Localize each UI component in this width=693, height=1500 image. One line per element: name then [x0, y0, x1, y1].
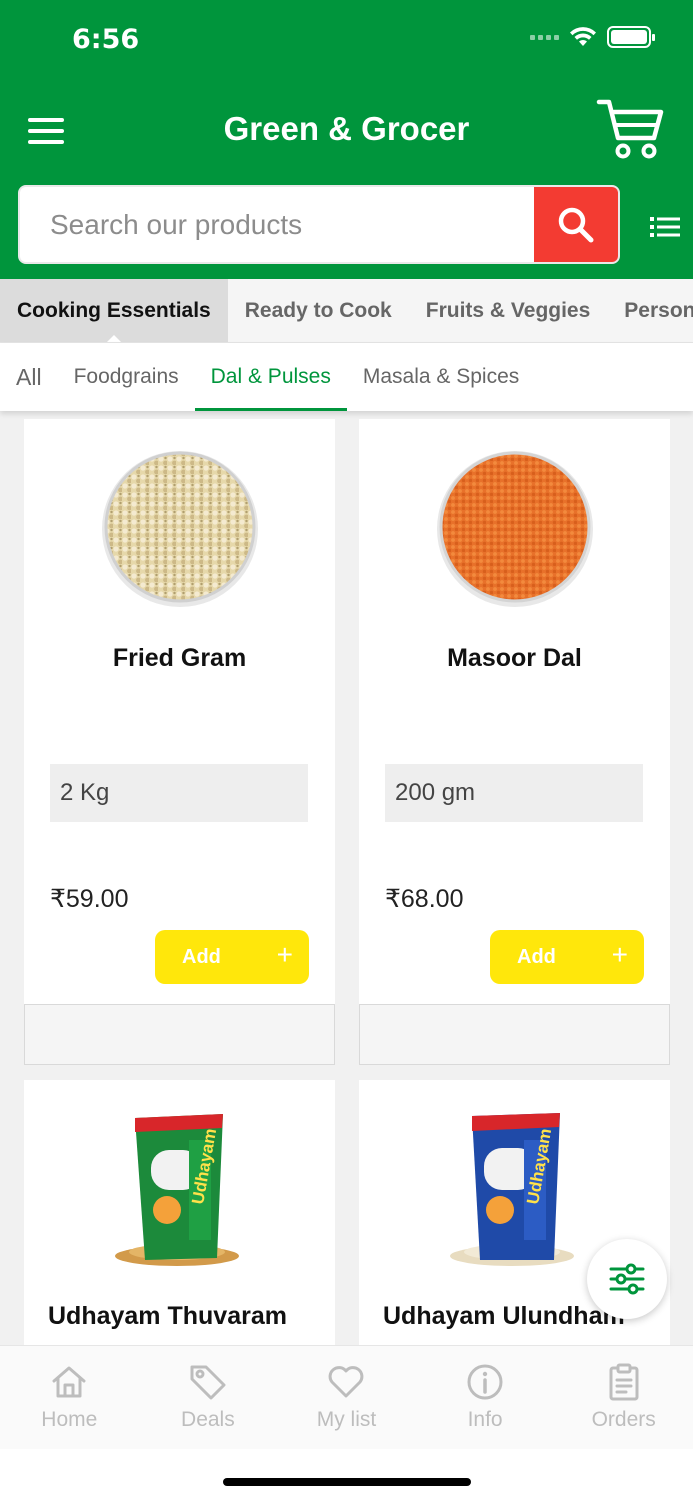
add-to-cart-button[interactable]: Add +: [155, 930, 309, 984]
product-card[interactable]: Fried Gram 2 Kg ₹59.00 Add +: [24, 419, 335, 1065]
filter-sliders-icon: [609, 1263, 645, 1295]
home-icon: [52, 1366, 86, 1398]
category-tab-personal[interactable]: Personal: [607, 279, 693, 342]
fried-gram-bowl-image: [101, 451, 258, 607]
nav-home[interactable]: Home: [0, 1346, 139, 1450]
app-header: 6:56 Green & Grocer: [0, 0, 693, 279]
product-card[interactable]: Udhayam Udhayam Thuvaram: [24, 1080, 335, 1345]
subtab-all[interactable]: All: [0, 343, 58, 411]
product-image: Udhayam: [24, 1110, 335, 1280]
info-icon: [467, 1364, 503, 1400]
tag-icon: [190, 1365, 226, 1400]
subcategory-tabs: All Foodgrains Dal & Pulses Masala & Spi…: [0, 343, 693, 411]
variant-selector[interactable]: 200 gm: [385, 764, 643, 822]
filter-button[interactable]: [587, 1239, 667, 1319]
masoor-dal-bowl-image: [436, 451, 593, 607]
category-tab-fruits-veggies[interactable]: Fruits & Veggies: [409, 279, 608, 342]
product-price: ₹68.00: [385, 885, 464, 913]
nav-deals[interactable]: Deals: [139, 1346, 278, 1450]
search-icon: [558, 207, 594, 242]
search-button[interactable]: [534, 187, 618, 262]
nav-label: Orders: [591, 1408, 656, 1431]
plus-icon: +: [276, 939, 293, 970]
card-footer: [24, 1004, 335, 1065]
status-time: 6:56: [72, 24, 140, 55]
add-button-label: Add: [182, 945, 221, 968]
product-image: [359, 447, 670, 617]
list-view-icon[interactable]: [650, 215, 680, 239]
category-tab-ready-to-cook[interactable]: Ready to Cook: [228, 279, 409, 342]
cart-icon[interactable]: [596, 98, 664, 160]
product-grid: Fried Gram 2 Kg ₹59.00 Add + Masoor Dal …: [0, 411, 693, 1345]
nav-label: My list: [316, 1408, 377, 1431]
nav-my-list[interactable]: My list: [277, 1346, 416, 1450]
category-tab-cooking-essentials[interactable]: Cooking Essentials: [0, 279, 228, 342]
app-title: Green & Grocer: [223, 110, 470, 147]
product-name: Udhayam Ulundham: [383, 1302, 625, 1330]
subtab-masala-spices[interactable]: Masala & Spices: [347, 343, 535, 411]
product-name: Fried Gram: [112, 644, 247, 672]
udhayam-thuvaram-pack-image: Udhayam: [114, 1114, 239, 1266]
wifi-icon: [570, 27, 596, 46]
product-name: Masoor Dal: [447, 644, 582, 672]
status-icons: [530, 26, 655, 48]
nav-info[interactable]: Info: [416, 1346, 555, 1450]
heart-icon: [329, 1366, 364, 1398]
nav-orders[interactable]: Orders: [554, 1346, 693, 1450]
subtab-foodgrains[interactable]: Foodgrains: [58, 343, 195, 411]
product-price: ₹59.00: [50, 885, 129, 913]
card-footer: [359, 1004, 670, 1065]
plus-icon: +: [611, 939, 628, 970]
nav-label: Deals: [181, 1408, 235, 1431]
product-card[interactable]: Masoor Dal 200 gm ₹68.00 Add +: [359, 419, 670, 1065]
signal-icon: [530, 34, 559, 40]
variant-selector[interactable]: 2 Kg: [50, 764, 308, 822]
nav-label: Info: [467, 1408, 503, 1431]
product-image: [24, 447, 335, 617]
home-indicator: [223, 1478, 471, 1486]
battery-icon: [607, 26, 655, 48]
add-to-cart-button[interactable]: Add +: [490, 930, 644, 984]
udhayam-ulundham-pack-image: Udhayam: [449, 1113, 574, 1266]
clipboard-icon: [609, 1363, 639, 1401]
product-name: Udhayam Thuvaram: [48, 1302, 287, 1330]
subtab-dal-pulses[interactable]: Dal & Pulses: [194, 343, 348, 411]
search-input[interactable]: [20, 187, 536, 262]
nav-label: Home: [41, 1408, 98, 1431]
category-tabs: Cooking Essentials Ready to Cook Fruits …: [0, 279, 693, 343]
search-bar: [18, 185, 620, 264]
add-button-label: Add: [517, 945, 556, 968]
bottom-nav: Home Deals My list Info Orders: [0, 1345, 693, 1449]
